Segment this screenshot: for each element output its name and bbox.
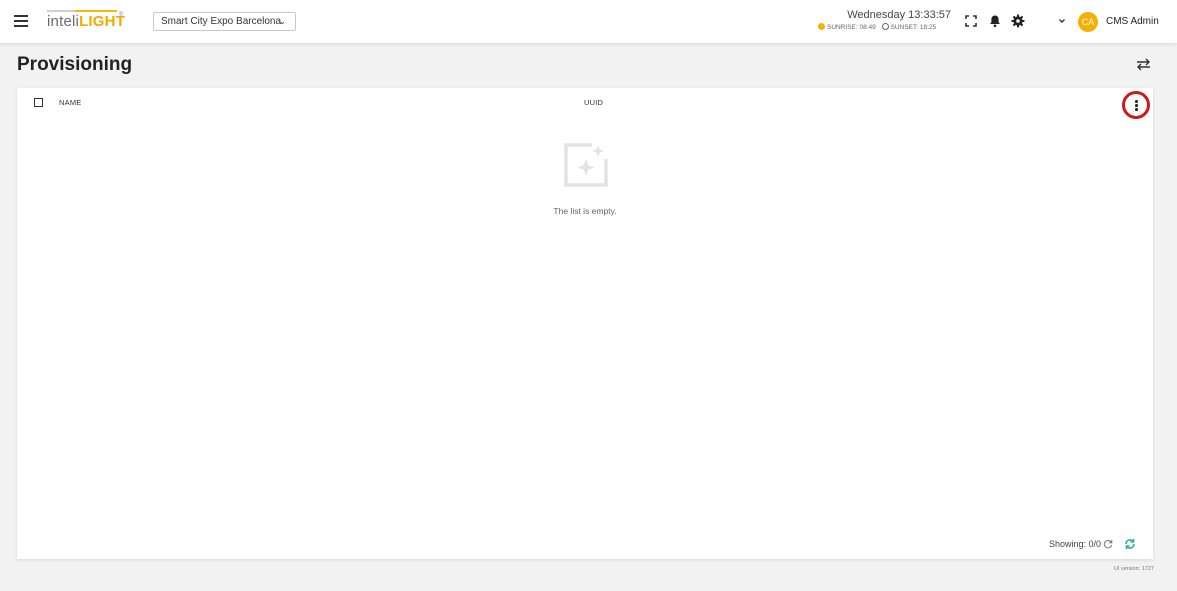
provisioning-table: NAME UUID The list is empty. Showing: 0/…	[17, 88, 1153, 559]
site-selector-value: Smart City Expo Barcelona	[161, 16, 282, 27]
sunset-icon	[881, 23, 889, 30]
menu-icon[interactable]	[14, 15, 28, 27]
ui-version: UI version: 1727	[1113, 566, 1154, 572]
empty-list-message: The list is empty.	[553, 206, 617, 216]
bell-icon[interactable]	[988, 14, 1002, 28]
chevron-down-icon[interactable]	[1057, 16, 1067, 26]
swap-icon[interactable]	[1136, 58, 1151, 71]
logo-registered-mark: ®	[119, 12, 124, 18]
sunrise-icon	[818, 23, 825, 30]
user-name[interactable]: CMS Admin	[1106, 16, 1159, 27]
sunset-time: SUNSET: 18:25	[890, 24, 937, 31]
avatar[interactable]: CA	[1078, 12, 1098, 32]
showing-count: Showing: 0/0	[1049, 539, 1102, 549]
sunrise-time: SUNRISE: 08:49	[827, 24, 876, 31]
site-selector[interactable]: Smart City Expo Barcelona ⌄	[153, 12, 296, 31]
datetime: Wednesday 13:33:57	[847, 9, 951, 21]
reload-icon[interactable]	[1103, 539, 1113, 549]
fullscreen-icon[interactable]	[964, 14, 978, 28]
sun-times: SUNRISE: 08:49 SUNSET: 18:25	[818, 23, 936, 31]
auto-refresh-icon[interactable]	[1124, 538, 1136, 550]
page-title: Provisioning	[17, 54, 133, 75]
more-options-button[interactable]	[1122, 91, 1150, 119]
empty-list-icon	[564, 143, 608, 187]
top-bar: inteliLIGHT ® Smart City Expo Barcelona …	[0, 0, 1177, 43]
select-all-checkbox[interactable]	[34, 98, 43, 107]
column-header-uuid[interactable]: UUID	[584, 98, 603, 107]
chevron-down-icon: ⌄	[278, 16, 286, 26]
gear-icon[interactable]	[1011, 14, 1025, 28]
column-header-name[interactable]: NAME	[59, 98, 81, 107]
logo-text-part1: inteli	[47, 13, 80, 30]
